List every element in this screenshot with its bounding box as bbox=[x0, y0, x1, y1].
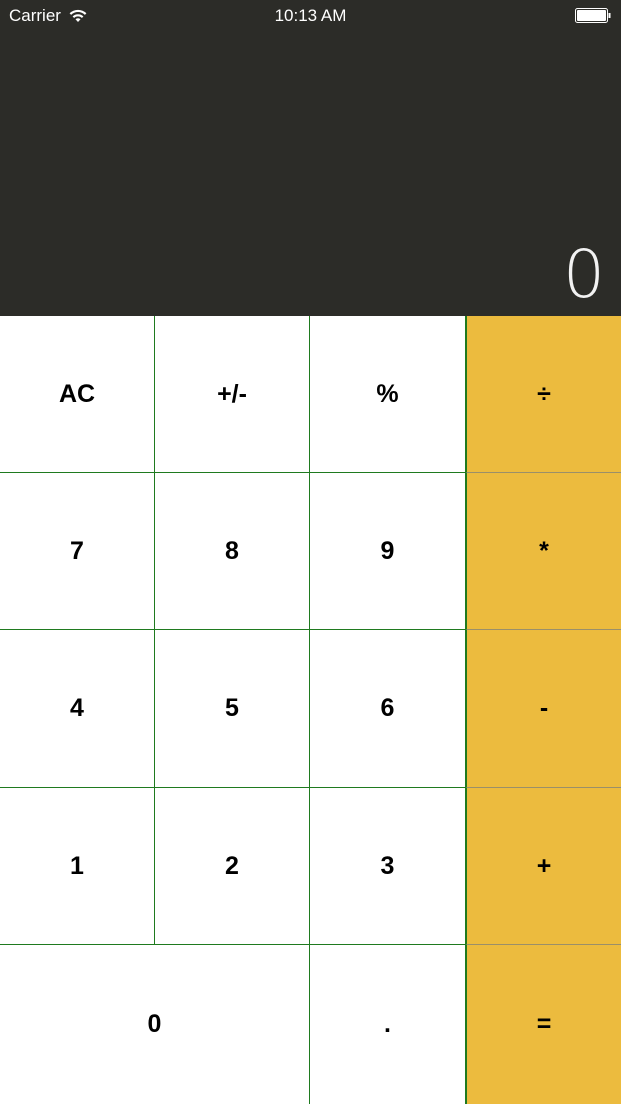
subtract-button[interactable]: - bbox=[466, 630, 621, 788]
digit-7-button[interactable]: 7 bbox=[0, 473, 155, 630]
digit-3-button[interactable]: 3 bbox=[310, 788, 466, 945]
divide-button[interactable]: ÷ bbox=[466, 316, 621, 473]
percent-button[interactable]: % bbox=[310, 316, 466, 473]
digit-1-button[interactable]: 1 bbox=[0, 788, 155, 945]
status-bar: Carrier 10:13 AM bbox=[0, 0, 621, 32]
equals-button[interactable]: = bbox=[466, 945, 621, 1104]
digit-2-button[interactable]: 2 bbox=[155, 788, 310, 945]
status-time: 10:13 AM bbox=[274, 6, 347, 25]
digit-8-button[interactable]: 8 bbox=[155, 473, 310, 630]
digit-0-button[interactable]: 0 bbox=[0, 945, 310, 1104]
calculator-screen: Carrier 10:13 AM 0 AC +/- % ÷ 7 8 9 * 4 … bbox=[0, 0, 621, 1104]
clear-button[interactable]: AC bbox=[0, 316, 155, 473]
keypad: AC +/- % ÷ 7 8 9 * 4 5 6 - 1 2 3 + 0 . = bbox=[0, 316, 621, 1104]
result-display: 0 bbox=[0, 32, 621, 316]
add-button[interactable]: + bbox=[466, 788, 621, 945]
digit-6-button[interactable]: 6 bbox=[310, 630, 466, 788]
battery-icon bbox=[575, 8, 611, 23]
decimal-button[interactable]: . bbox=[310, 945, 466, 1104]
digit-9-button[interactable]: 9 bbox=[310, 473, 466, 630]
multiply-button[interactable]: * bbox=[466, 473, 621, 630]
digit-4-button[interactable]: 4 bbox=[0, 630, 155, 788]
digit-5-button[interactable]: 5 bbox=[155, 630, 310, 788]
sign-toggle-button[interactable]: +/- bbox=[155, 316, 310, 473]
display-value: 0 bbox=[563, 236, 605, 313]
